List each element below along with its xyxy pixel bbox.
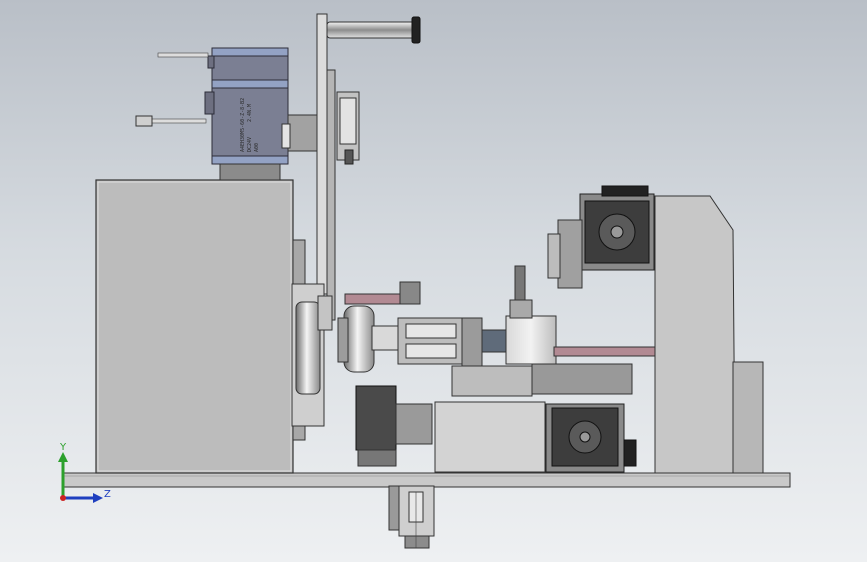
- right-upper-stepper-motor: [547, 185, 655, 289]
- motor-label-line1: A4EH30M5-60-Z-8-B2: [240, 98, 246, 152]
- z-axis-arrowhead: [93, 493, 103, 503]
- origin-marker: [60, 495, 66, 501]
- top-stepper-motor: A4EH30M5-60-Z-8-B2 DC24V 2.4N.M A00: [135, 47, 329, 181]
- guide-rail-upper: [344, 281, 421, 305]
- y-axis-arrowhead: [58, 452, 68, 462]
- cabinet-box: [95, 179, 294, 474]
- lower-cylinder: [388, 485, 435, 549]
- motor-label-line2: DC24V: [247, 137, 253, 152]
- base-plate: [61, 472, 791, 488]
- right-bracket: [654, 195, 764, 474]
- valve-fittings: [509, 265, 533, 319]
- right-lower-stepper-motor: [545, 403, 637, 473]
- guide-rail-right: [553, 346, 665, 357]
- machine-assembly-drawing: A4EH30M5-60-Z-8-B2 DC24V 2.4N.M A00 Y Z: [58, 13, 791, 549]
- z-axis-label: Z: [104, 489, 111, 500]
- vertical-post: [316, 13, 421, 321]
- center-slide-cylinder: [397, 315, 557, 369]
- y-axis-label: Y: [59, 442, 67, 453]
- cad-viewport[interactable]: A4EH30M5-60-Z-8-B2 DC24V 2.4N.M A00 Y Z: [0, 0, 867, 562]
- motor-label-line4: A00: [254, 143, 260, 152]
- motor-label-line3: 2.4N.M: [247, 104, 253, 122]
